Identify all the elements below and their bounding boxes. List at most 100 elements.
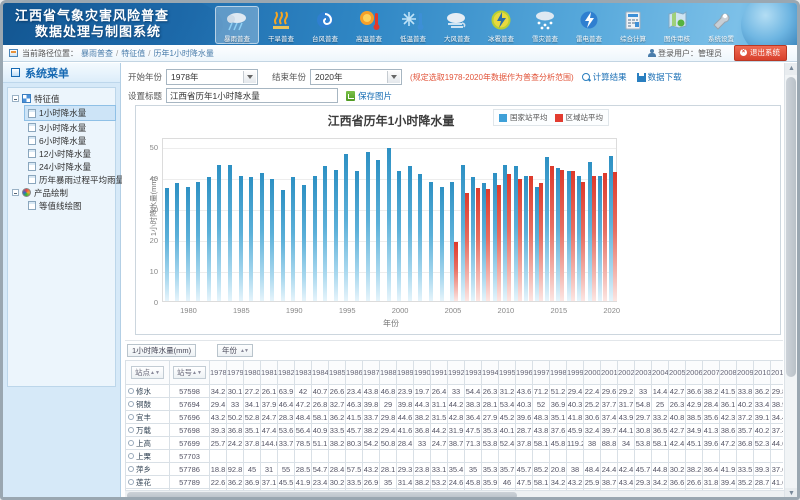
value-cell: 48.3: [533, 411, 550, 424]
toolbar-item-low-temp[interactable]: 低温普查: [391, 6, 435, 44]
year-column-header[interactable]: 1993: [465, 361, 482, 385]
row-expand-icon[interactable]: [128, 388, 134, 394]
year-column-header[interactable]: 2003: [635, 361, 652, 385]
tree-group-产品绘制[interactable]: 产品绘制: [10, 186, 113, 199]
tree-item-等值线绘图[interactable]: 等值线绘图: [24, 199, 113, 212]
table-row-修水[interactable]: 修水5759834.230.127.226.163.94240.726.623.…: [126, 385, 784, 398]
value-cell: 35.7: [499, 463, 516, 476]
toolbar-item-gale[interactable]: 大风普查: [435, 6, 479, 44]
year-column-header[interactable]: 1986: [346, 361, 363, 385]
toolbar-item-drought[interactable]: 干旱普查: [259, 6, 303, 44]
year-column-header[interactable]: 1997: [533, 361, 550, 385]
toolbar-item-high-temp[interactable]: 高温普查: [347, 6, 391, 44]
start-year-select[interactable]: 1978年: [166, 69, 258, 85]
toolbar-item-rainstorm[interactable]: 暴雨普查: [215, 6, 259, 44]
tree-group-特征值[interactable]: 特征值: [10, 92, 113, 105]
year-column-header[interactable]: 2010: [754, 361, 771, 385]
year-column-header[interactable]: 1980: [244, 361, 261, 385]
scroll-down-icon[interactable]: ▼: [785, 488, 798, 500]
logout-button[interactable]: × 退出系统: [734, 45, 787, 61]
row-expand-icon[interactable]: [128, 479, 134, 485]
scroll-up-icon[interactable]: ▲: [785, 63, 798, 75]
legend-label[interactable]: 区域站平均: [566, 112, 604, 123]
row-expand-icon[interactable]: [128, 414, 134, 420]
toolbar-item-settings[interactable]: 系统设置: [699, 6, 743, 44]
value-cell: 45.5: [278, 476, 295, 489]
table-row-萍乡[interactable]: 萍乡5778618.892.845315528.554.728.457.543.…: [126, 463, 784, 476]
year-column-header[interactable]: 1987: [363, 361, 380, 385]
tree-item-1小时降水量[interactable]: 1小时降水量: [24, 105, 116, 121]
year-column-header[interactable]: 1991: [431, 361, 448, 385]
year-column-header[interactable]: 1979: [227, 361, 244, 385]
year-column-header[interactable]: 2009: [737, 361, 754, 385]
year-column-header[interactable]: 1981: [261, 361, 278, 385]
year-column-header[interactable]: 2008: [720, 361, 737, 385]
year-column-header[interactable]: 1984: [312, 361, 329, 385]
toolbar-item-calculator[interactable]: 综合计算: [611, 6, 655, 44]
row-expand-icon[interactable]: [128, 427, 134, 433]
year-column-header[interactable]: 2005: [669, 361, 686, 385]
year-column-header[interactable]: 1995: [499, 361, 516, 385]
legend-label[interactable]: 国家站平均: [510, 112, 548, 123]
horizontal-scrollbar[interactable]: [125, 490, 784, 500]
year-column-header[interactable]: 1983: [295, 361, 312, 385]
year-column-header[interactable]: 1982: [278, 361, 295, 385]
row-expand-icon[interactable]: [128, 440, 134, 446]
breadcrumb-link[interactable]: 暴雨普查: [81, 49, 113, 58]
toolbar-item-lightning[interactable]: 雷电普查: [567, 6, 611, 44]
calculate-button[interactable]: 计算结果: [582, 71, 627, 83]
toolbar-item-hail[interactable]: 冰雹普查: [479, 6, 523, 44]
tree-item-6小时降水量[interactable]: 6小时降水量: [24, 134, 113, 147]
year-column-header[interactable]: 2000: [584, 361, 601, 385]
year-column-header[interactable]: 2011: [771, 361, 784, 385]
tree-item-24小时降水量[interactable]: 24小时降水量: [24, 160, 113, 173]
table-row-宜丰[interactable]: 宜丰5769643.250.252.824.728.348.458.136.24…: [126, 411, 784, 424]
year-column-header[interactable]: 1978: [210, 361, 227, 385]
measure-field-button[interactable]: 1小时降水量(mm): [127, 344, 196, 357]
year-column-header[interactable]: 2001: [601, 361, 618, 385]
horizontal-scrollbar-thumb[interactable]: [127, 492, 517, 499]
year-column-header[interactable]: 2007: [703, 361, 720, 385]
year-column-header[interactable]: 1999: [567, 361, 584, 385]
chart-title-input[interactable]: [166, 88, 338, 103]
table-row-万载[interactable]: 万载5769839.336.835.147.453.656.440.933.54…: [126, 424, 784, 437]
toolbar-item-typhoon[interactable]: 台风普查: [303, 6, 347, 44]
year-column-header[interactable]: 2006: [686, 361, 703, 385]
legend-swatch: [499, 114, 507, 122]
vertical-scrollbar[interactable]: ▲ ▼: [784, 63, 797, 500]
year-column-header[interactable]: 1989: [397, 361, 414, 385]
year-column-header[interactable]: 1985: [329, 361, 346, 385]
year-field-button[interactable]: 年份 ▲▼: [217, 344, 253, 357]
download-button[interactable]: 数据下载: [637, 71, 682, 83]
year-column-header[interactable]: 1990: [414, 361, 431, 385]
value-cell: 119.2: [567, 437, 584, 450]
year-column-header[interactable]: 2002: [618, 361, 635, 385]
collapse-icon[interactable]: [12, 189, 19, 196]
year-column-header[interactable]: 1992: [448, 361, 465, 385]
table-row-莲花[interactable]: 莲花5778922.636.236.937.145.541.923.430.23…: [126, 476, 784, 489]
save-image-button[interactable]: 保存图片: [358, 90, 392, 102]
year-column-header[interactable]: 1998: [550, 361, 567, 385]
breadcrumb-link[interactable]: 特征值: [121, 49, 145, 58]
tree-item-3小时降水量[interactable]: 3小时降水量: [24, 121, 113, 134]
row-expand-icon[interactable]: [128, 466, 134, 472]
station-column-header[interactable]: 站点 ▲▼: [131, 366, 164, 379]
end-year-select[interactable]: 2020年: [310, 69, 402, 85]
table-row-上高[interactable]: 上高5769925.724.237.8144.833.778.551.138.2…: [126, 437, 784, 450]
breadcrumb-link[interactable]: 历年1小时降水量: [153, 49, 213, 58]
collapse-icon[interactable]: [12, 95, 19, 102]
tree-item-历年暴雨过程平均雨量[interactable]: 历年暴雨过程平均雨量: [24, 173, 113, 186]
toolbar-item-map-audit[interactable]: 图件审核: [655, 6, 699, 44]
row-expand-icon[interactable]: [128, 401, 134, 407]
year-column-header[interactable]: 1988: [380, 361, 397, 385]
toolbar-item-snow[interactable]: 雪灾普查: [523, 6, 567, 44]
tree-item-12小时降水量[interactable]: 12小时降水量: [24, 147, 113, 160]
station-id-column-header[interactable]: 站号 ▲▼: [173, 366, 206, 379]
year-column-header[interactable]: 1996: [516, 361, 533, 385]
vertical-scrollbar-thumb[interactable]: [786, 77, 796, 377]
table-row-铜鼓[interactable]: 铜鼓5769429.43334.137.946.447.226.832.746.…: [126, 398, 784, 411]
table-row-上栗[interactable]: 上栗57703: [126, 450, 784, 463]
year-column-header[interactable]: 2004: [652, 361, 669, 385]
row-expand-icon[interactable]: [128, 453, 134, 459]
year-column-header[interactable]: 1994: [482, 361, 499, 385]
